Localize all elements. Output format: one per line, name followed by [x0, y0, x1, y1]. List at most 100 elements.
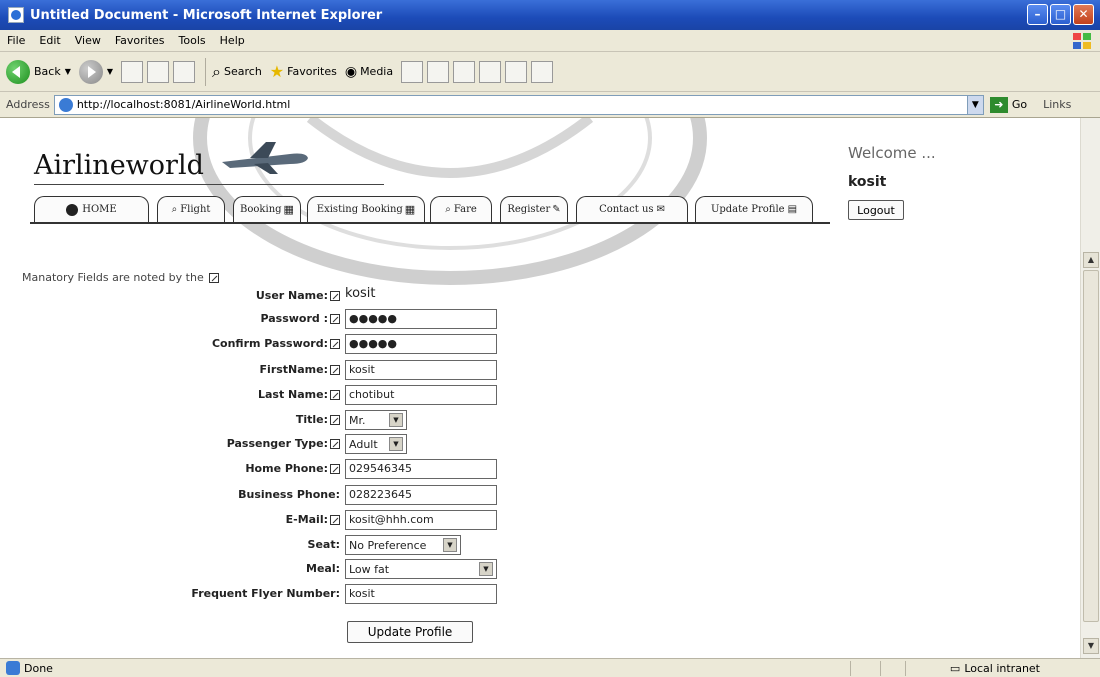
- forward-arrow-icon: [78, 59, 103, 84]
- address-dropdown-icon[interactable]: ▼: [966, 95, 983, 114]
- username-value: kosit: [345, 286, 376, 301]
- calendar-icon: ▦: [283, 203, 294, 216]
- nav-tab-fare[interactable]: ⌕ Fare: [430, 196, 492, 222]
- research-icon[interactable]: [531, 60, 554, 83]
- nav-tab-label: Fare: [453, 204, 477, 215]
- site-logo[interactable]: Airlineworld: [34, 150, 204, 181]
- profile-icon: ▤: [787, 204, 798, 215]
- email-input[interactable]: kosit@hhh.com: [345, 510, 497, 530]
- vertical-scrollbar[interactable]: ▲ ▼: [1080, 118, 1100, 658]
- nav-tab-flight[interactable]: ⌕ Flight: [157, 196, 225, 222]
- scroll-down-icon[interactable]: ▼: [1083, 638, 1099, 654]
- history-icon[interactable]: [401, 60, 424, 83]
- field-label: Passenger Type:: [227, 437, 340, 450]
- logout-button[interactable]: Logout: [848, 200, 904, 220]
- menu-view[interactable]: View: [68, 34, 108, 47]
- refresh-icon[interactable]: [147, 60, 170, 83]
- nav-tab-home[interactable]: HOME: [34, 196, 149, 222]
- title-selected: Mr.: [349, 413, 366, 427]
- forward-button[interactable]: ▼: [78, 59, 113, 84]
- minimize-button[interactable]: –: [1027, 4, 1048, 25]
- field-label: Title:: [296, 413, 340, 426]
- row-firstname: FirstName: kosit: [0, 360, 520, 382]
- media-button[interactable]: ◉ Media: [345, 64, 393, 80]
- required-mark-icon: [209, 273, 220, 283]
- status-left: Done: [0, 661, 53, 675]
- page-content: Airlineworld HOME ⌕ Flight Booking ▦ Exi…: [0, 118, 1080, 658]
- magnifier-icon: ⌕: [171, 204, 178, 215]
- title-select[interactable]: Mr. ▼: [345, 410, 407, 430]
- chevron-down-icon: ▼: [479, 562, 493, 576]
- menu-edit[interactable]: Edit: [32, 34, 67, 47]
- nav-tab-contact-us[interactable]: Contact us ✉: [576, 196, 688, 222]
- frequent-flyer-input[interactable]: kosit: [345, 584, 497, 604]
- edit-icon[interactable]: [479, 60, 502, 83]
- status-bar: Done ▭ Local intranet: [0, 658, 1100, 677]
- field-label: Seat:: [307, 538, 340, 551]
- menu-tools[interactable]: Tools: [172, 34, 213, 47]
- close-button[interactable]: ✕: [1073, 4, 1094, 25]
- scroll-up-icon[interactable]: ▲: [1083, 252, 1099, 268]
- meal-selected: Low fat: [349, 562, 390, 576]
- field-label: User Name:: [256, 289, 340, 302]
- seat-select[interactable]: No Preference ▼: [345, 535, 461, 555]
- back-dropdown-icon: ▼: [64, 67, 71, 76]
- maximize-button[interactable]: □: [1050, 4, 1071, 25]
- logged-in-user: kosit: [848, 174, 887, 190]
- row-username: User Name: kosit: [0, 286, 520, 308]
- status-zone: ▭ Local intranet: [950, 662, 1040, 675]
- pencil-icon: ✎: [552, 204, 561, 215]
- passenger-type-select[interactable]: Adult ▼: [345, 434, 407, 454]
- nav-tab-label: Update Profile: [710, 204, 785, 215]
- nav-tab-register[interactable]: Register ✎: [500, 196, 568, 222]
- business-phone-input[interactable]: 028223645: [345, 485, 497, 505]
- discuss-icon[interactable]: [505, 60, 528, 83]
- meal-select[interactable]: Low fat ▼: [345, 559, 497, 579]
- mandatory-note-text: Manatory Fields are noted by the: [22, 271, 204, 284]
- update-profile-button[interactable]: Update Profile: [347, 621, 473, 643]
- menu-help[interactable]: Help: [213, 34, 252, 47]
- airplane-icon: [222, 142, 308, 174]
- field-label: Frequent Flyer Number:: [191, 587, 340, 600]
- zone-text: Local intranet: [964, 661, 1040, 675]
- mail-icon[interactable]: [427, 60, 450, 83]
- windows-logo-icon: [1073, 33, 1091, 49]
- go-arrow-icon: ➜: [989, 96, 1008, 113]
- site-nav: HOME ⌕ Flight Booking ▦ Existing Booking…: [30, 196, 830, 224]
- print-icon[interactable]: [453, 60, 476, 83]
- stop-icon[interactable]: [121, 60, 144, 83]
- field-label: Business Phone:: [238, 488, 340, 501]
- nav-tab-label: HOME: [82, 204, 117, 215]
- nav-tab-booking[interactable]: Booking ▦: [233, 196, 301, 222]
- row-passenger-type: Passenger Type: Adult ▼: [0, 434, 520, 456]
- row-meal: Meal: Low fat ▼: [0, 559, 520, 581]
- links-button[interactable]: Links: [1043, 98, 1071, 111]
- go-button[interactable]: ➜ Go: [989, 96, 1027, 113]
- lastname-input[interactable]: chotibut: [345, 385, 497, 405]
- nav-tab-update-profile[interactable]: Update Profile ▤: [695, 196, 813, 222]
- firstname-input[interactable]: kosit: [345, 360, 497, 380]
- chevron-down-icon: ▼: [443, 538, 457, 552]
- back-button[interactable]: Back ▼: [6, 59, 71, 84]
- passenger-type-selected: Adult: [349, 437, 378, 451]
- home-icon[interactable]: [173, 60, 196, 83]
- password-input[interactable]: ●●●●●: [345, 309, 497, 329]
- toolbar-separator: [205, 57, 207, 86]
- star-icon: ★: [269, 62, 285, 81]
- mandatory-note: Manatory Fields are noted by the: [22, 271, 220, 284]
- logo-underline: [34, 184, 384, 185]
- favorites-button[interactable]: ★ Favorites: [270, 62, 337, 81]
- confirm-password-input[interactable]: ●●●●●: [345, 334, 497, 354]
- required-mark-icon: [330, 314, 340, 324]
- search-label: Search: [224, 65, 262, 78]
- search-button[interactable]: ⌕ Search: [212, 62, 262, 82]
- menu-file[interactable]: File: [0, 34, 32, 47]
- row-confirm-password: Confirm Password: ●●●●●: [0, 334, 520, 356]
- address-input[interactable]: http://localhost:8081/AirlineWorld.html …: [53, 94, 984, 115]
- home-phone-input[interactable]: 029546345: [345, 459, 497, 479]
- menu-favorites[interactable]: Favorites: [108, 34, 172, 47]
- seat-selected: No Preference: [349, 538, 427, 552]
- scroll-thumb[interactable]: [1083, 270, 1099, 622]
- status-separator: [880, 661, 881, 676]
- nav-tab-existing-booking[interactable]: Existing Booking ▦: [307, 196, 425, 222]
